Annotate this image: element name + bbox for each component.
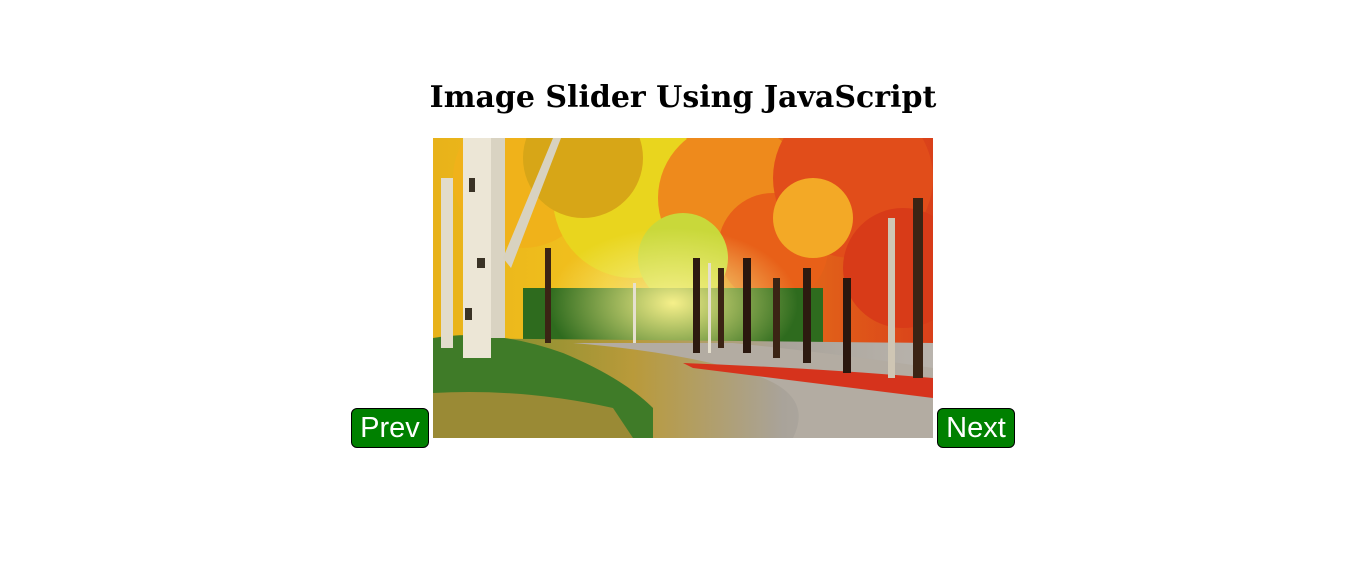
slider-image bbox=[433, 138, 933, 438]
page: Image Slider Using JavaScript Prev Next bbox=[0, 0, 1366, 576]
page-title: Image Slider Using JavaScript bbox=[429, 80, 937, 115]
next-button[interactable]: Next bbox=[937, 408, 1015, 448]
autumn-forest-path-image bbox=[433, 138, 933, 438]
prev-button[interactable]: Prev bbox=[351, 408, 429, 448]
